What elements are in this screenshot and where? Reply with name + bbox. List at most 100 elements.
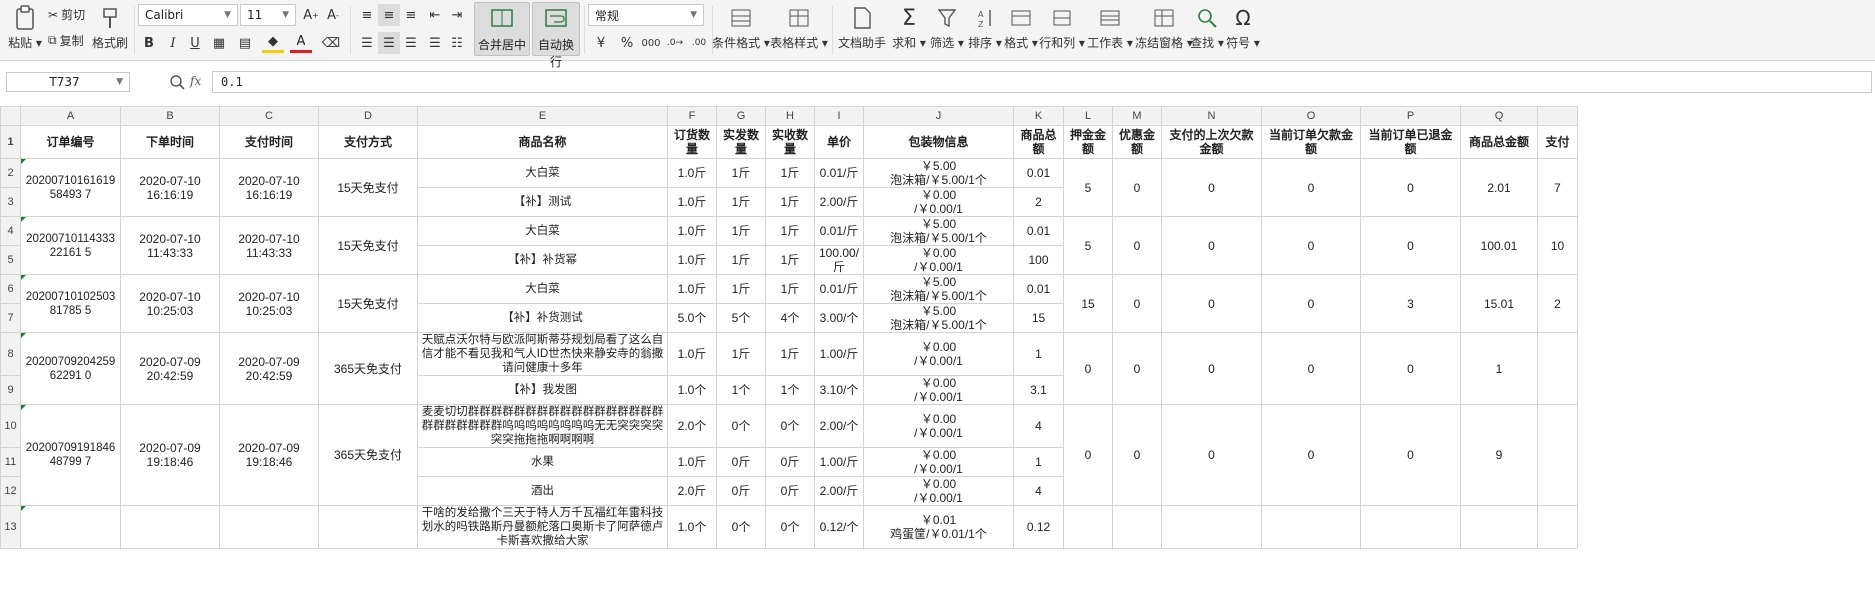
goods-total-cell[interactable]: 1 (1460, 332, 1538, 405)
order-qty-cell[interactable]: 5.0个 (667, 303, 717, 333)
column-header[interactable]: E (417, 106, 668, 126)
font-color-icon[interactable]: A (290, 32, 312, 53)
refunded-cell[interactable]: 0 (1360, 404, 1461, 506)
package-info-cell[interactable]: ￥0.00/￥0.00/1 (863, 332, 1014, 376)
package-info-cell[interactable]: ￥5.00 泡沫箱/￥5.00/1个 (863, 303, 1014, 333)
prev-debt-cell[interactable] (1161, 505, 1262, 549)
row-header[interactable]: 11 (0, 447, 21, 477)
column-header[interactable]: I (814, 106, 864, 126)
prev-debt-cell[interactable]: 0 (1161, 332, 1262, 405)
column-header[interactable]: J (863, 106, 1014, 126)
item-amount-cell[interactable]: 0.01 (1013, 158, 1064, 188)
column-title[interactable]: 当前订单欠款金额 (1261, 125, 1361, 159)
item-amount-cell[interactable]: 3.1 (1013, 375, 1064, 405)
received-qty-cell[interactable]: 0个 (765, 505, 815, 549)
find-button[interactable]: 查找 ▾ (1190, 4, 1224, 51)
order-qty-cell[interactable]: 1.0斤 (667, 245, 717, 275)
align-center-icon[interactable]: ☰ (378, 32, 400, 54)
pay-time-cell[interactable]: 2020-07-09 19:18:46 (219, 404, 319, 506)
item-amount-cell[interactable]: 2 (1013, 187, 1064, 217)
current-debt-cell[interactable]: 0 (1261, 332, 1361, 405)
row-header[interactable]: 13 (0, 505, 21, 549)
column-title[interactable]: 当前订单已退金额 (1360, 125, 1461, 159)
goods-total-cell[interactable]: 15.01 (1460, 274, 1538, 333)
column-title[interactable]: 实发数量 (716, 125, 766, 159)
unit-price-cell[interactable]: 2.00/斤 (814, 476, 864, 506)
order-qty-cell[interactable]: 1.0斤 (667, 332, 717, 376)
product-name-cell[interactable]: 大白菜 (417, 274, 668, 304)
sent-qty-cell[interactable]: 1斤 (716, 158, 766, 188)
sent-qty-cell[interactable]: 1斤 (716, 332, 766, 376)
order-qty-cell[interactable]: 1.0斤 (667, 216, 717, 246)
item-amount-cell[interactable]: 15 (1013, 303, 1064, 333)
name-box[interactable]: T737 ▼ (6, 72, 130, 92)
payment-cell[interactable] (1537, 332, 1578, 405)
item-amount-cell[interactable]: 0.12 (1013, 505, 1064, 549)
unit-price-cell[interactable]: 0.01/斤 (814, 274, 864, 304)
unit-price-cell[interactable]: 3.00/个 (814, 303, 864, 333)
prev-debt-cell[interactable]: 0 (1161, 274, 1262, 333)
package-info-cell[interactable]: ￥0.01 鸡蛋筐/￥0.01/1个 (863, 505, 1014, 549)
row-header[interactable]: 2 (0, 158, 21, 188)
eraser-icon[interactable]: ⌫ (320, 32, 342, 54)
indent-increase-icon[interactable]: ⇥ (446, 4, 468, 26)
column-header[interactable]: L (1063, 106, 1113, 126)
deposit-cell[interactable]: 5 (1063, 158, 1113, 217)
column-title[interactable]: 包装物信息 (863, 125, 1014, 159)
cell-style-icon[interactable]: ▤ (234, 32, 256, 54)
order-qty-cell[interactable]: 1.0斤 (667, 447, 717, 477)
package-info-cell[interactable]: ￥5.00 泡沫箱/￥5.00/1个 (863, 216, 1014, 246)
goods-total-cell[interactable]: 2.01 (1460, 158, 1538, 217)
column-header[interactable]: H (765, 106, 815, 126)
discount-cell[interactable]: 0 (1112, 216, 1162, 275)
column-title[interactable]: 订单编号 (20, 125, 121, 159)
package-info-cell[interactable]: ￥0.00/￥0.00/1 (863, 187, 1014, 217)
worksheet-button[interactable]: 工作表 ▾ (1087, 4, 1133, 51)
sent-qty-cell[interactable]: 1斤 (716, 187, 766, 217)
copy-button[interactable]: ⧉ 复制 (48, 32, 84, 49)
received-qty-cell[interactable]: 1斤 (765, 332, 815, 376)
product-name-cell[interactable]: 麦麦切切群群群群群群群群群群群群群群群群群群群群群群群群呜呜呜呜呜呜呜呜无无突突… (417, 404, 668, 448)
cut-button[interactable]: ✂ 剪切 (48, 6, 85, 23)
pay-method-cell[interactable] (318, 505, 418, 549)
doc-assistant-button[interactable]: 文档助手 (838, 4, 886, 51)
refunded-cell[interactable] (1360, 505, 1461, 549)
unit-price-cell[interactable]: 100.00/斤 (814, 245, 864, 275)
font-name-select[interactable]: Calibri ▼ (138, 4, 238, 26)
unit-price-cell[interactable]: 1.00/斤 (814, 447, 864, 477)
select-all-corner[interactable] (0, 106, 21, 126)
discount-cell[interactable]: 0 (1112, 332, 1162, 405)
received-qty-cell[interactable]: 0斤 (765, 476, 815, 506)
row-header[interactable]: 4 (0, 216, 21, 246)
unit-price-cell[interactable]: 1.00/斤 (814, 332, 864, 376)
item-amount-cell[interactable]: 1 (1013, 447, 1064, 477)
pay-time-cell[interactable]: 2020-07-10 11:43:33 (219, 216, 319, 275)
column-header[interactable]: C (219, 106, 319, 126)
current-debt-cell[interactable]: 0 (1261, 158, 1361, 217)
pay-time-cell[interactable]: 2020-07-10 10:25:03 (219, 274, 319, 333)
number-format-select[interactable]: 常规 ▼ (588, 4, 704, 26)
fill-color-icon[interactable]: ◆ (262, 32, 284, 53)
column-header[interactable]: M (1112, 106, 1162, 126)
deposit-cell[interactable]: 0 (1063, 332, 1113, 405)
refunded-cell[interactable]: 3 (1360, 274, 1461, 333)
column-title[interactable]: 支付的上次欠款金额 (1161, 125, 1262, 159)
order-qty-cell[interactable]: 1.0个 (667, 505, 717, 549)
order-time-cell[interactable]: 2020-07-10 10:25:03 (120, 274, 220, 333)
align-left-icon[interactable]: ☰ (356, 32, 378, 54)
received-qty-cell[interactable]: 1斤 (765, 274, 815, 304)
unit-price-cell[interactable]: 0.12/个 (814, 505, 864, 549)
package-info-cell[interactable]: ￥5.00 泡沫箱/￥5.00/1个 (863, 274, 1014, 304)
product-name-cell[interactable]: 【补】补货幂 (417, 245, 668, 275)
column-title[interactable]: 商品名称 (417, 125, 668, 159)
formula-input[interactable]: 0.1 (212, 71, 1872, 93)
order-id-cell[interactable]: 2020071011433322161 5 (20, 216, 121, 275)
order-id-cell[interactable]: 2020070920425962291 0 (20, 332, 121, 405)
row-header[interactable]: 10 (0, 404, 21, 448)
current-debt-cell[interactable]: 0 (1261, 404, 1361, 506)
column-title[interactable]: 下单时间 (120, 125, 220, 159)
product-name-cell[interactable]: 水果 (417, 447, 668, 477)
column-title[interactable]: 支付时间 (219, 125, 319, 159)
sent-qty-cell[interactable]: 5个 (716, 303, 766, 333)
row-header[interactable]: 12 (0, 476, 21, 506)
